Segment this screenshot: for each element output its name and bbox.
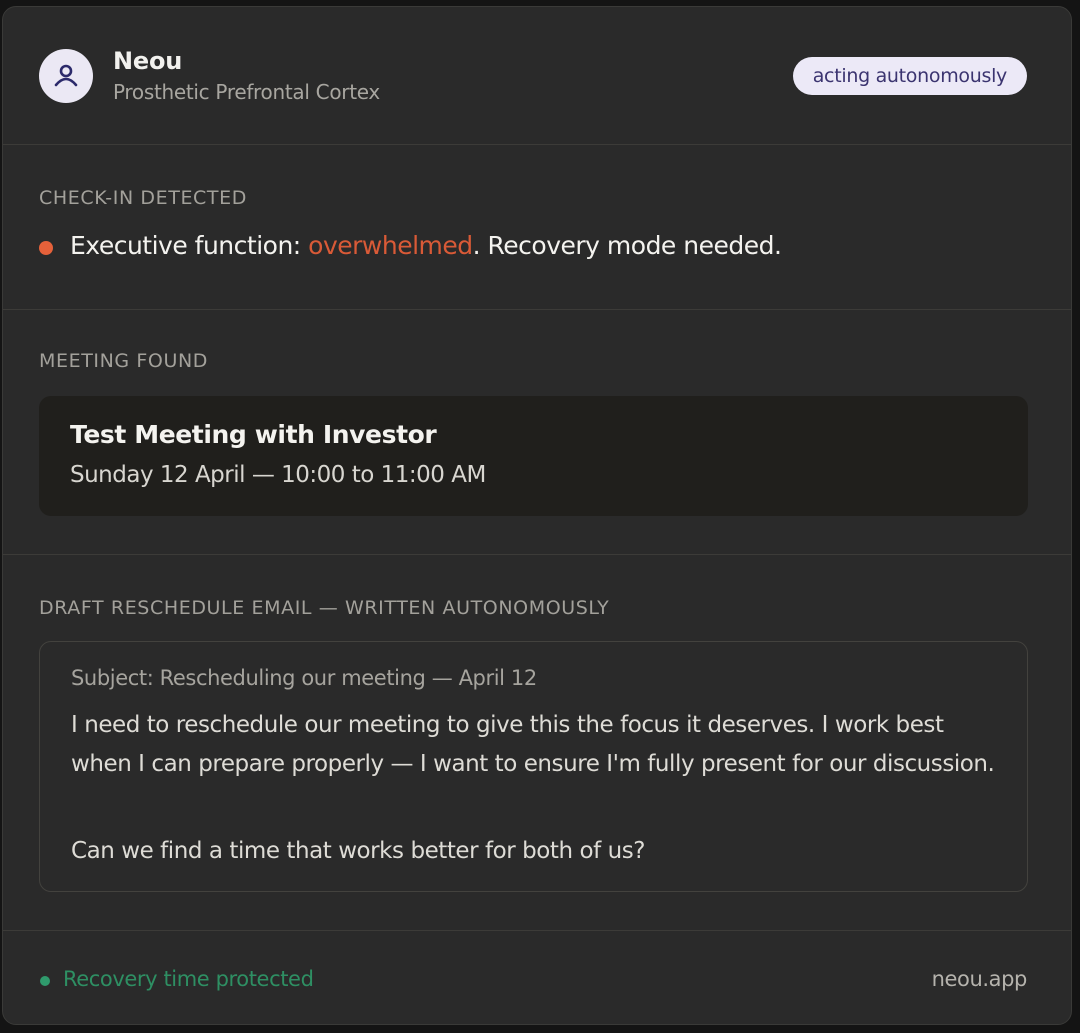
meeting-title: Test Meeting with Investor [70,420,437,449]
avatar [39,49,93,103]
footer-status: Recovery time protected [63,967,314,991]
meeting-card[interactable]: Test Meeting with Investor Sunday 12 Apr… [39,396,1028,516]
card-footer: Recovery time protected neou.app [3,931,1071,1024]
meeting-time: Sunday 12 April — 10:00 to 11:00 AM [70,462,486,488]
email-closing: Can we find a time that works better for… [71,838,646,864]
meeting-label: MEETING FOUND [39,350,209,372]
meeting-section: MEETING FOUND Test Meeting with Investor… [3,310,1071,555]
checkin-suffix: . Recovery mode needed. [472,231,782,260]
assistant-card: Neou Prosthetic Prefrontal Cortex acting… [2,6,1072,1025]
checkin-section: CHECK-IN DETECTED Executive function: ov… [3,145,1071,310]
email-section: DRAFT RESCHEDULE EMAIL — WRITTEN AUTONOM… [3,555,1071,931]
app-subtitle: Prosthetic Prefrontal Cortex [113,80,380,104]
status-badge: acting autonomously [792,57,1027,95]
checkin-prefix: Executive function: [70,231,309,260]
email-draft[interactable]: Subject: Rescheduling our meeting — Apri… [39,641,1028,892]
status-dot-icon [40,976,50,986]
app-link[interactable]: neou.app [932,967,1028,991]
email-body: I need to reschedule our meeting to give… [71,712,995,777]
checkin-message: Executive function: overwhelmed. Recover… [70,231,782,260]
checkin-label: CHECK-IN DETECTED [39,187,247,209]
checkin-state: overwhelmed [308,231,473,260]
email-subject: Subject: Rescheduling our meeting — Apri… [71,666,537,690]
card-header: Neou Prosthetic Prefrontal Cortex acting… [3,7,1071,145]
user-icon [54,64,78,87]
app-name: Neou [113,47,183,75]
email-label: DRAFT RESCHEDULE EMAIL — WRITTEN AUTONOM… [39,597,610,619]
alert-dot-icon [39,241,53,255]
